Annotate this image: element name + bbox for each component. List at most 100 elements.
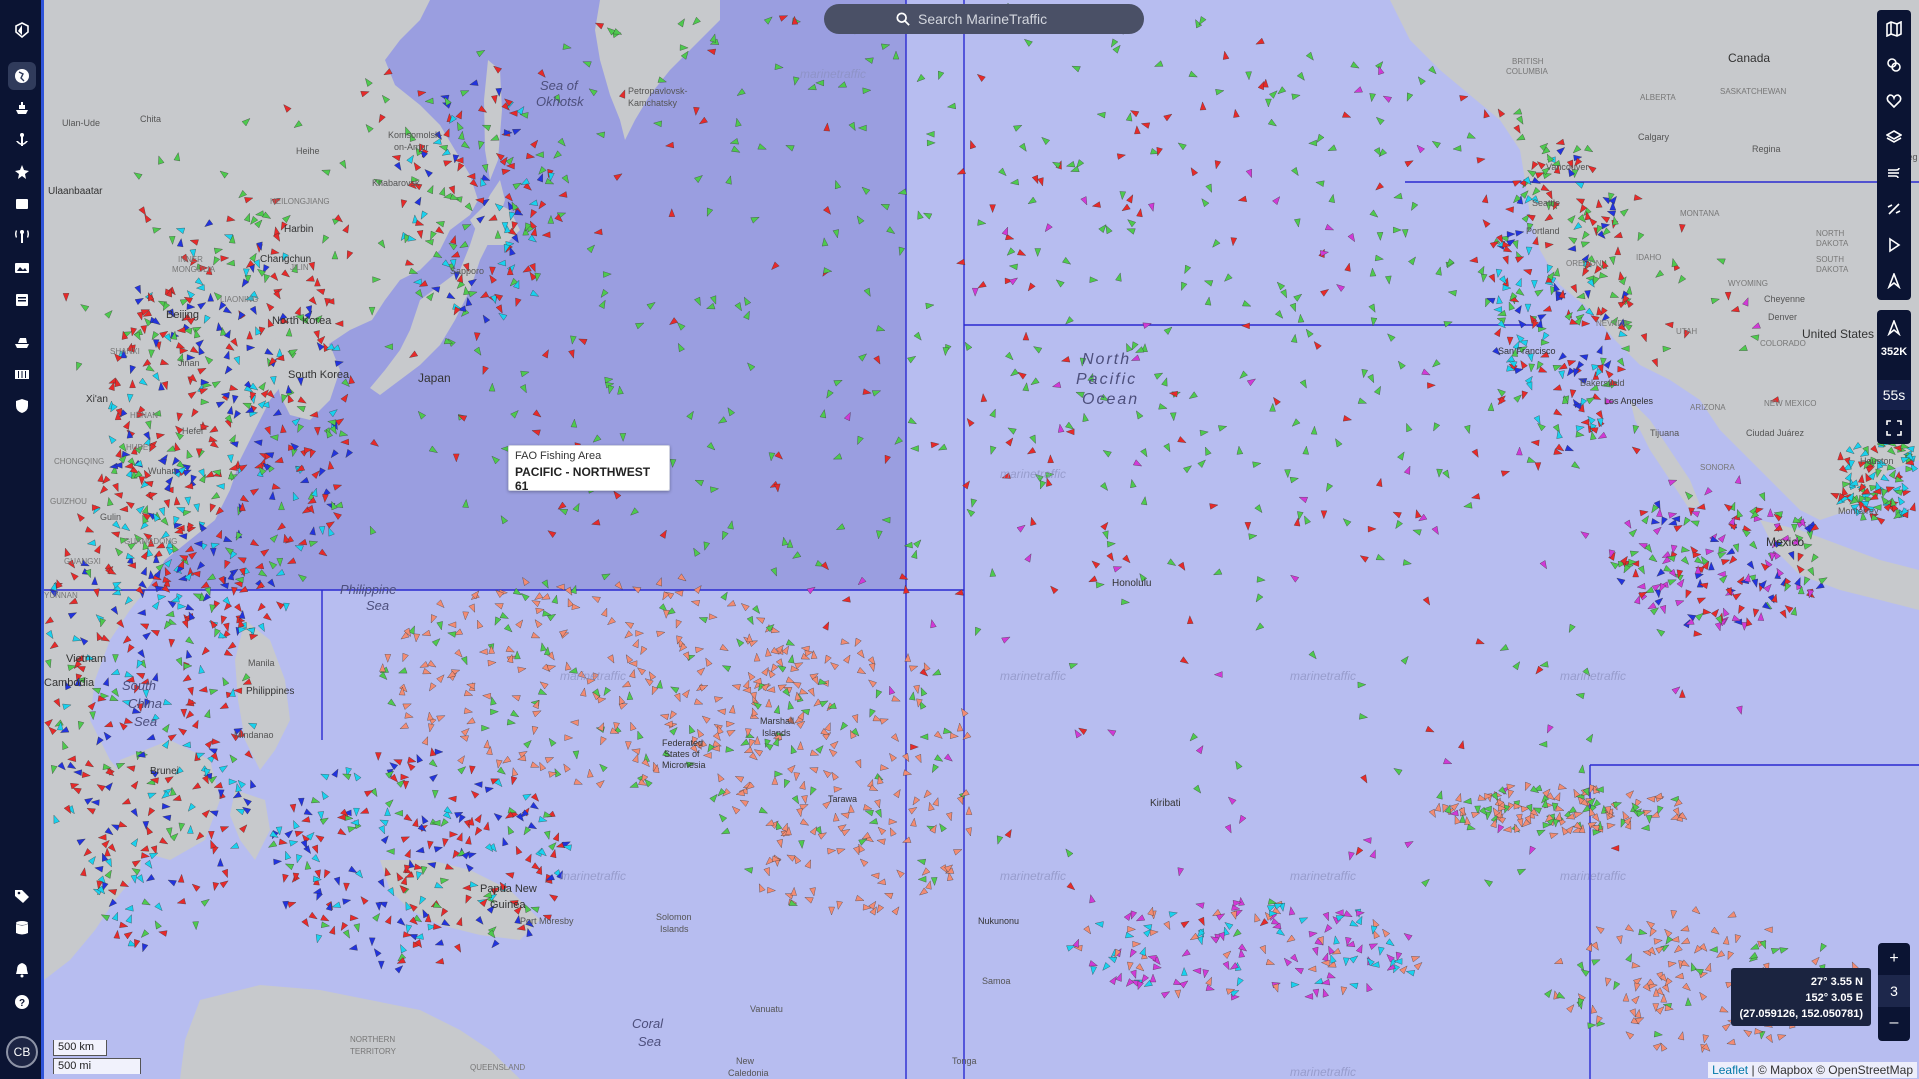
watermark: marinetraffic	[1290, 869, 1356, 883]
label-ciudad-juarez: Ciudad Juárez	[1746, 428, 1805, 438]
zoom-in-button[interactable]: +	[1878, 943, 1910, 975]
svg-text:Samoa: Samoa	[982, 976, 1011, 986]
tooltip-title: FAO Fishing Area	[515, 450, 602, 462]
svg-text:COLUMBIA: COLUMBIA	[1506, 67, 1548, 76]
svg-text:Beijing: Beijing	[166, 309, 199, 321]
sidebar-item-reports[interactable]	[8, 286, 36, 314]
label-guangdong: GUANGDONG	[124, 537, 177, 546]
play-button[interactable]	[1877, 228, 1911, 262]
label-bc-1: BRITISH	[1512, 57, 1544, 66]
sidebar-item-ports[interactable]	[8, 126, 36, 154]
label-montana: MONTANA	[1680, 209, 1720, 218]
svg-text:Sea: Sea	[134, 714, 157, 729]
label-alberta: ALBERTA	[1640, 93, 1676, 102]
svg-text:Honolulu: Honolulu	[1112, 578, 1151, 589]
label-honolulu: Honolulu	[1112, 578, 1151, 589]
sidebar-item-live-map[interactable]	[8, 62, 36, 90]
svg-text:Monterrey: Monterrey	[1838, 506, 1879, 516]
svg-text:Port Moresby: Port Moresby	[520, 916, 574, 926]
fullscreen-button[interactable]	[1877, 412, 1911, 444]
label-harbin: Harbin	[284, 224, 313, 235]
sidebar-item-vessels[interactable]	[8, 94, 36, 122]
svg-text:Philippine: Philippine	[340, 582, 396, 597]
heart-icon	[1886, 94, 1902, 109]
label-bc-2: COLUMBIA	[1506, 67, 1548, 76]
world-map[interactable]: Sea of Okhotsk Japan North Korea South K…	[0, 0, 1919, 1079]
label-chongqing: CHONGQING	[54, 457, 104, 466]
svg-text:GUANGXI: GUANGXI	[64, 557, 101, 566]
watermark: marinetraffic	[1000, 467, 1066, 481]
sidebar-item-tags[interactable]	[8, 882, 36, 910]
label-coral-sea-1: Coral	[632, 1016, 664, 1031]
sidebar-item-containers[interactable]	[8, 360, 36, 388]
svg-text:CHONGQING: CHONGQING	[54, 457, 104, 466]
filter-icon	[1887, 58, 1901, 72]
weather-button[interactable]	[1877, 156, 1911, 190]
map-attribution: Leaflet | © Mapbox © OpenStreetMap	[1708, 1062, 1917, 1078]
user-avatar[interactable]: CB	[6, 1036, 38, 1068]
label-coral-sea-2: Sea	[638, 1034, 661, 1049]
svg-text:marinetraffic: marinetraffic	[1000, 669, 1066, 683]
tag-icon	[15, 890, 29, 903]
label-fsm-3: Micronesia	[662, 760, 706, 770]
label-south-dakota-1: SOUTH	[1816, 255, 1844, 264]
svg-text:Komsomolsk-: Komsomolsk-	[388, 130, 443, 140]
bell-icon	[16, 963, 28, 978]
svg-text:Brunei: Brunei	[150, 766, 179, 777]
label-portland: Portland	[1526, 226, 1560, 236]
label-sea-of-okhotsk-1: Sea of	[540, 78, 579, 93]
label-shanxi: SHANXI	[110, 347, 140, 356]
svg-text:DAKOTA: DAKOTA	[1816, 265, 1849, 274]
svg-text:North: North	[1082, 351, 1131, 368]
sidebar-item-incidents[interactable]	[8, 158, 36, 186]
label-png-1: Papua New	[480, 883, 537, 895]
svg-text:Wuhan: Wuhan	[148, 466, 176, 476]
tools-button[interactable]	[1877, 192, 1911, 226]
sidebar-item-alerts[interactable]	[8, 956, 36, 984]
scale-km: 500 km	[53, 1040, 107, 1056]
refresh-timer[interactable]: 55s	[1877, 380, 1911, 410]
svg-text:ARIZONA: ARIZONA	[1690, 403, 1726, 412]
label-solomon-2: Islands	[660, 924, 689, 934]
sidebar-item-security[interactable]	[8, 392, 36, 420]
sidebar-item-help[interactable]: ?	[8, 988, 36, 1016]
sidebar-item-photos[interactable]	[8, 254, 36, 282]
layers-button[interactable]	[1877, 120, 1911, 154]
label-samoa: Samoa	[982, 976, 1011, 986]
svg-text:DAKOTA: DAKOTA	[1816, 239, 1849, 248]
svg-text:marinetraffic: marinetraffic	[1290, 1065, 1356, 1079]
svg-text:NORTH: NORTH	[1816, 229, 1845, 238]
search-bar[interactable]	[824, 4, 1144, 34]
label-san-francisco: San Francisco	[1498, 346, 1556, 356]
sidebar-item-data[interactable]	[8, 914, 36, 942]
measure-button[interactable]	[1877, 264, 1911, 298]
svg-text:Japan: Japan	[418, 371, 451, 385]
search-input[interactable]	[918, 11, 1118, 27]
label-south-china-sea-3: Sea	[134, 714, 157, 729]
report-icon	[16, 294, 28, 306]
svg-text:Houston: Houston	[1860, 456, 1894, 466]
sidebar-item-fleets[interactable]	[8, 328, 36, 356]
svg-text:Micronesia: Micronesia	[662, 760, 706, 770]
label-northern-territory-2: TERRITORY	[350, 1047, 397, 1056]
svg-text:Coral: Coral	[632, 1016, 664, 1031]
label-komsomolsk-1: Komsomolsk-	[388, 130, 443, 140]
label-jinan: Jinan	[178, 358, 200, 368]
filters-button[interactable]	[1877, 48, 1911, 82]
sidebar-item-news[interactable]	[8, 190, 36, 218]
zoom-out-button[interactable]: –	[1878, 1007, 1910, 1039]
label-png-2: Guinea	[490, 899, 526, 911]
svg-text:Mindanao: Mindanao	[234, 730, 274, 740]
label-wuhan: Wuhan	[148, 466, 176, 476]
label-ulan-ude: Ulan-Ude	[62, 118, 100, 128]
map-options-button[interactable]	[1877, 12, 1911, 46]
fao-area-tooltip: FAO Fishing Area PACIFIC - NORTHWEST 61	[508, 445, 670, 493]
vessel-count-button[interactable]	[1877, 312, 1911, 344]
logo-icon[interactable]	[8, 16, 36, 44]
favorites-button[interactable]	[1877, 84, 1911, 118]
sidebar-item-stations[interactable]	[8, 222, 36, 250]
leaflet-link[interactable]: Leaflet	[1712, 1063, 1748, 1077]
svg-text:Ciudad Juárez: Ciudad Juárez	[1746, 428, 1805, 438]
watermark: marinetraffic	[1290, 669, 1356, 683]
svg-text:Calgary: Calgary	[1638, 132, 1670, 142]
